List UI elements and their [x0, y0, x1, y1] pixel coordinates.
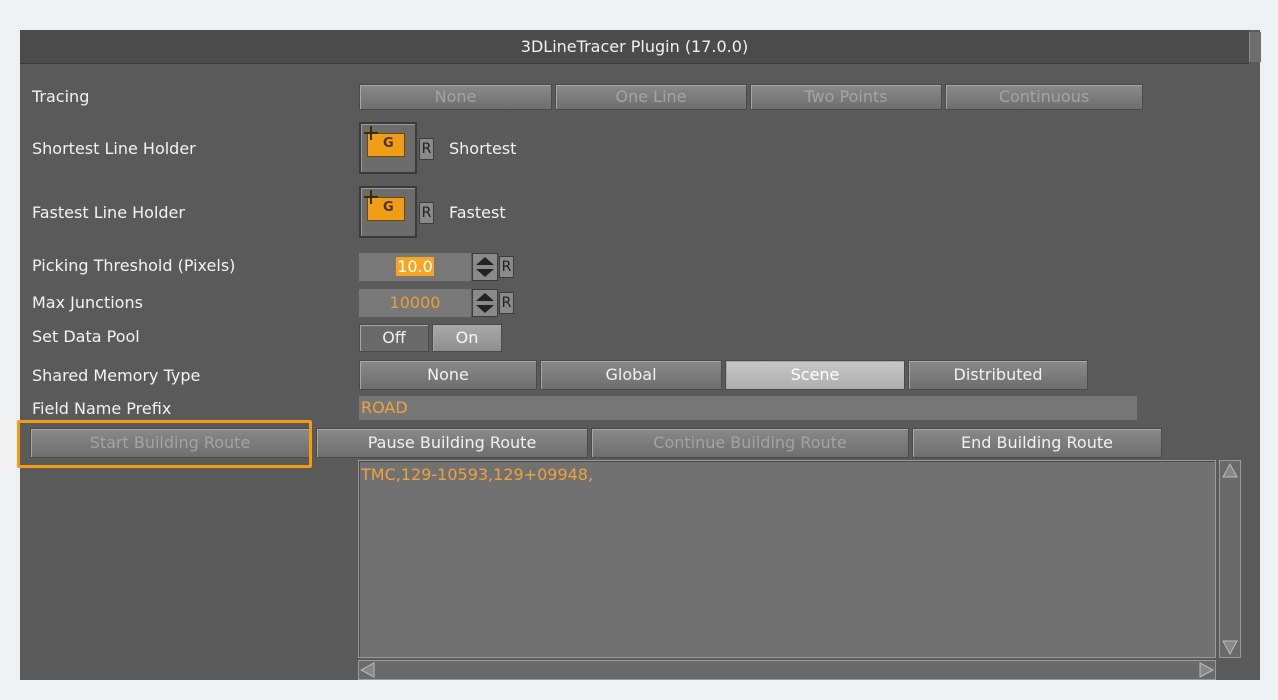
- output-vertical-scrollbar[interactable]: [1219, 460, 1241, 658]
- max-junctions-reset-button[interactable]: R: [499, 292, 514, 314]
- memory-global-button[interactable]: Global: [540, 360, 722, 390]
- panel-title: 3DLineTracer Plugin (17.0.0): [20, 30, 1249, 64]
- scroll-arrows-icon: [1222, 462, 1238, 656]
- route-output-textarea[interactable]: TMC,129-10593,129+09948,: [358, 460, 1216, 658]
- fastest-holder-drop-zone[interactable]: G: [359, 186, 417, 238]
- max-junctions-field[interactable]: 10000: [359, 289, 471, 317]
- tracing-one-line-button[interactable]: One Line: [555, 84, 747, 110]
- memory-distributed-button[interactable]: Distributed: [908, 360, 1088, 390]
- tracing-two-points-button[interactable]: Two Points: [750, 84, 942, 110]
- max-junctions-spinner[interactable]: [472, 289, 498, 317]
- picking-threshold-field[interactable]: 10.0: [359, 253, 471, 281]
- fastest-holder-label: Fastest Line Holder: [32, 203, 185, 222]
- set-data-pool-label: Set Data Pool: [32, 327, 140, 346]
- picking-threshold-spinner[interactable]: [472, 253, 498, 281]
- tracing-continuous-button[interactable]: Continuous: [945, 84, 1143, 110]
- fastest-name: Fastest: [449, 203, 506, 222]
- field-name-prefix-label: Field Name Prefix: [32, 399, 172, 418]
- geometry-icon: G: [364, 126, 405, 157]
- data-pool-off-button[interactable]: Off: [359, 324, 429, 352]
- scroll-horizontal-arrows-icon: [359, 662, 1215, 678]
- data-pool-on-button[interactable]: On: [432, 324, 502, 352]
- title-scrollbar[interactable]: [1249, 32, 1261, 62]
- fastest-reset-button[interactable]: R: [419, 202, 434, 224]
- memory-scene-button[interactable]: Scene: [725, 360, 905, 390]
- continue-building-route-button[interactable]: Continue Building Route: [591, 428, 909, 458]
- shortest-name: Shortest: [449, 139, 517, 158]
- picking-threshold-reset-button[interactable]: R: [499, 256, 514, 278]
- field-name-prefix-input[interactable]: ROAD: [359, 396, 1137, 420]
- tracing-label: Tracing: [32, 87, 90, 106]
- memory-none-button[interactable]: None: [359, 360, 537, 390]
- shortest-holder-drop-zone[interactable]: G: [359, 122, 417, 174]
- shortest-reset-button[interactable]: R: [419, 138, 434, 160]
- spinner-arrows-icon: [476, 257, 494, 277]
- picking-threshold-value: 10.0: [396, 257, 434, 276]
- max-junctions-label: Max Junctions: [32, 293, 143, 312]
- geometry-icon: G: [364, 190, 405, 221]
- end-building-route-button[interactable]: End Building Route: [912, 428, 1162, 458]
- shared-memory-label: Shared Memory Type: [32, 366, 201, 385]
- shortest-holder-label: Shortest Line Holder: [32, 139, 196, 158]
- picking-threshold-label: Picking Threshold (Pixels): [32, 256, 236, 275]
- highlight-frame: [17, 420, 312, 468]
- tracing-none-button[interactable]: None: [359, 84, 552, 110]
- output-horizontal-scrollbar[interactable]: [358, 660, 1216, 680]
- spinner-arrows-icon: [476, 293, 494, 313]
- pause-building-route-button[interactable]: Pause Building Route: [316, 428, 588, 458]
